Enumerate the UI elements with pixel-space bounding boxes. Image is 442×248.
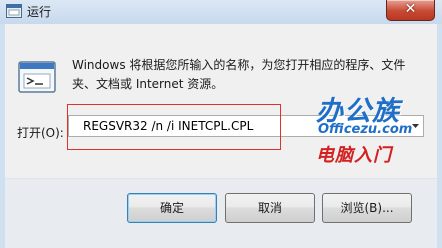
- title-bar: 运行 ✕: [0, 0, 442, 24]
- watermark-tagline: 电脑入门: [316, 145, 392, 166]
- run-app-icon: [6, 4, 22, 18]
- run-program-icon: [18, 61, 56, 93]
- browse-button[interactable]: 浏览(B)...: [322, 193, 412, 223]
- watermark-domain: Officezu.com: [318, 122, 413, 137]
- close-button[interactable]: ✕: [386, 0, 435, 21]
- annotation-highlight-box: [67, 104, 281, 150]
- window-title: 运行: [27, 5, 52, 19]
- watermark-logo: 办公族 Officezu.com 电脑入门: [316, 89, 428, 166]
- close-icon: ✕: [404, 1, 417, 17]
- ok-button[interactable]: 确定: [127, 193, 217, 223]
- open-label: 打开(O):: [17, 126, 64, 140]
- cancel-button[interactable]: 取消: [225, 193, 315, 223]
